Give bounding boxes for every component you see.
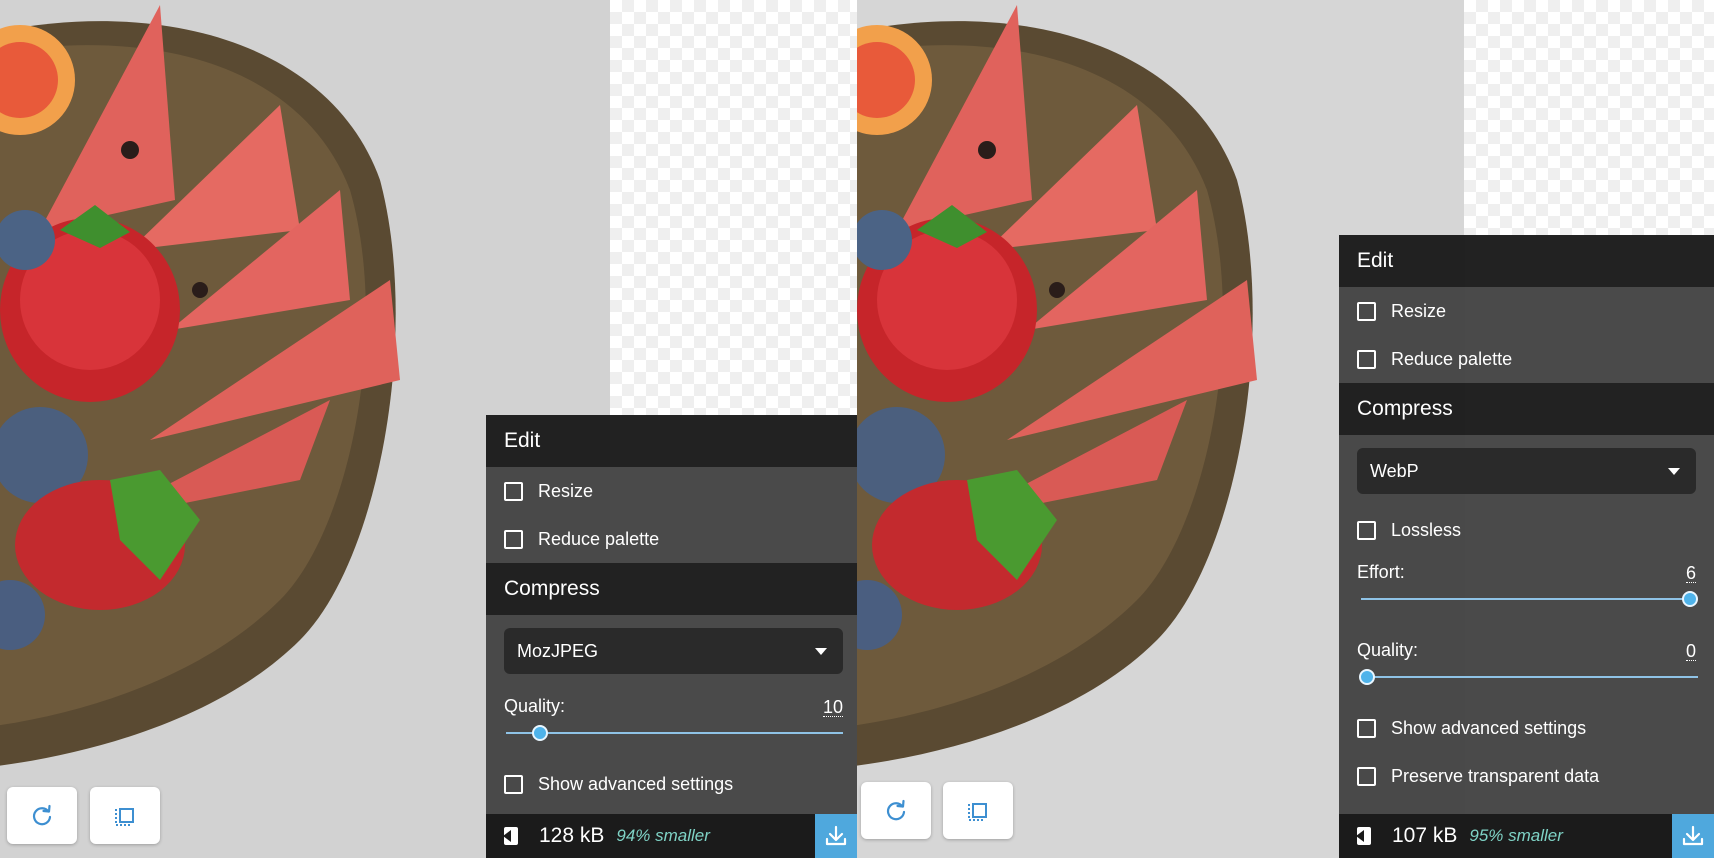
preserve-transparent-label: Preserve transparent data [1391,765,1600,786]
crop-button[interactable] [943,782,1013,839]
crop-icon [968,802,987,821]
reduce-palette-checkbox[interactable] [504,529,523,549]
options-panel-left: Edit Resize Reduce palette Compress MozJ… [486,415,857,858]
quality-label: Quality: [1357,640,1419,660]
edit-title: Edit [1357,249,1394,272]
advanced-settings-option[interactable]: Show advanced settings [1339,704,1714,752]
edit-section-header: Edit [486,415,857,467]
options-panel-right: Edit Resize Reduce palette Compress WebP… [1339,235,1714,858]
result-footer: 107 kB 95% smaller [1339,814,1714,858]
transparent-area-right [1464,0,1714,235]
quality-slider-thumb[interactable] [1359,669,1375,685]
advanced-settings-checkbox[interactable] [1357,718,1376,738]
edit-section-header: Edit [1339,235,1714,287]
resize-option[interactable]: Resize [486,467,857,515]
effort-slider-thumb[interactable] [1682,591,1698,607]
crop-icon [115,807,134,826]
quality-label: Quality: [504,696,566,716]
back-arrow-icon [1356,827,1371,845]
advanced-settings-label: Show advanced settings [1391,717,1587,738]
rotate-button[interactable] [7,787,77,844]
chevron-down-icon [815,648,827,655]
reduce-palette-option[interactable]: Reduce palette [486,515,857,563]
effort-label: Effort: [1357,562,1405,582]
advanced-settings-label: Show advanced settings [538,773,734,794]
quality-label-row: Quality: 0 [1339,640,1714,661]
quality-value-input[interactable]: 10 [822,698,843,717]
advanced-settings-checkbox[interactable] [504,774,523,794]
lossless-checkbox[interactable] [1357,520,1376,540]
resize-checkbox[interactable] [1357,301,1376,321]
rotate-icon [886,799,906,820]
encoder-select[interactable]: MozJPEG [504,628,843,674]
download-button[interactable] [1672,814,1714,858]
effort-slider[interactable] [1361,591,1698,607]
output-size: 128 kB [539,824,605,847]
compress-section-header: Compress [486,563,857,615]
compress-title: Compress [1357,397,1453,420]
right-compare-pane: Edit Resize Reduce palette Compress WebP… [857,0,1714,858]
download-button[interactable] [815,814,857,858]
compress-title: Compress [504,577,600,600]
advanced-settings-option[interactable]: Show advanced settings [486,760,857,808]
reduce-palette-option[interactable]: Reduce palette [1339,335,1714,383]
compress-section-header: Compress [1339,383,1714,435]
reduce-palette-label: Reduce palette [538,528,660,549]
quality-label-row: Quality: 10 [486,696,857,717]
encoder-selected-value: WebP [1370,460,1419,481]
back-button[interactable] [498,823,524,849]
encoder-selected-value: MozJPEG [517,640,599,661]
download-icon [1682,825,1704,846]
lossless-option[interactable]: Lossless [1339,506,1714,554]
lossless-label: Lossless [1391,519,1462,540]
back-button[interactable] [1351,823,1377,849]
result-footer: 128 kB 94% smaller [486,814,857,858]
preserve-transparent-checkbox[interactable] [1357,766,1376,786]
output-size: 107 kB [1392,824,1458,847]
reduce-palette-label: Reduce palette [1391,348,1513,369]
reduce-palette-checkbox[interactable] [1357,349,1376,369]
rotate-button[interactable] [861,782,931,839]
effort-value-input[interactable]: 6 [1685,564,1696,583]
transparent-area-left [610,0,857,415]
chevron-down-icon [1668,468,1680,475]
size-reduction: 94% smaller [616,826,710,845]
quality-value-input[interactable]: 0 [1685,642,1696,661]
quality-slider-thumb[interactable] [531,725,548,741]
download-icon [825,825,847,846]
quality-slider[interactable] [506,725,843,741]
rotate-icon [32,804,52,825]
effort-label-row: Effort: 6 [1339,562,1714,583]
resize-checkbox[interactable] [504,481,523,501]
back-arrow-icon [503,827,518,845]
resize-label: Resize [1391,300,1447,321]
quality-slider[interactable] [1359,669,1698,685]
resize-option[interactable]: Resize [1339,287,1714,335]
crop-button[interactable] [90,787,160,844]
preserve-transparent-option[interactable]: Preserve transparent data [1339,752,1714,800]
left-compare-pane: Edit Resize Reduce palette Compress MozJ… [0,0,857,858]
edit-title: Edit [504,429,541,452]
size-reduction: 95% smaller [1469,826,1563,845]
encoder-select[interactable]: WebP [1357,448,1696,494]
resize-label: Resize [538,480,594,501]
